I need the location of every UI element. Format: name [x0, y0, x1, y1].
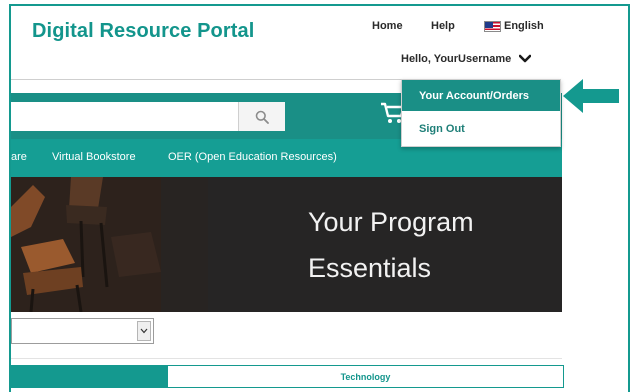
search-icon [255, 110, 269, 124]
tab-active[interactable] [11, 365, 167, 388]
filter-select[interactable] [11, 318, 154, 344]
menu-item-account-orders[interactable]: Your Account/Orders [402, 80, 560, 111]
banner-heading-line-2: Essentials [308, 253, 432, 283]
chevron-down-icon [140, 328, 148, 334]
tab-bar: Technology [11, 365, 564, 388]
greeting-text: Hello, YourUsername [401, 53, 512, 65]
arrow-left-icon [563, 79, 619, 113]
language-selector[interactable]: English [484, 20, 544, 32]
category-item-partial[interactable]: are [11, 151, 27, 163]
banner-photo [11, 177, 208, 312]
content-divider [11, 358, 562, 359]
nav-help-link[interactable]: Help [431, 20, 455, 32]
language-label: English [504, 20, 544, 32]
hero-banner [11, 177, 562, 312]
nav-home-link[interactable]: Home [372, 20, 403, 32]
us-flag-icon [484, 20, 501, 32]
account-menu-toggle[interactable]: Hello, YourUsername [401, 53, 532, 65]
search-input[interactable] [11, 102, 238, 131]
site-title[interactable]: Digital Resource Portal [32, 20, 254, 43]
menu-item-sign-out[interactable]: Sign Out [402, 111, 560, 146]
tab-technology[interactable]: Technology [167, 365, 564, 388]
category-item-oer[interactable]: OER (Open Education Resources) [168, 151, 337, 163]
chevron-down-icon [519, 54, 532, 63]
search-button[interactable] [238, 102, 285, 131]
category-item-virtual-bookstore[interactable]: Virtual Bookstore [52, 151, 136, 163]
banner-heading-line-1: Your Program [308, 207, 474, 237]
account-dropdown-menu: Your Account/Orders Sign Out [401, 79, 561, 147]
classroom-chairs-image [11, 177, 208, 312]
select-dropdown-button[interactable] [137, 321, 151, 341]
